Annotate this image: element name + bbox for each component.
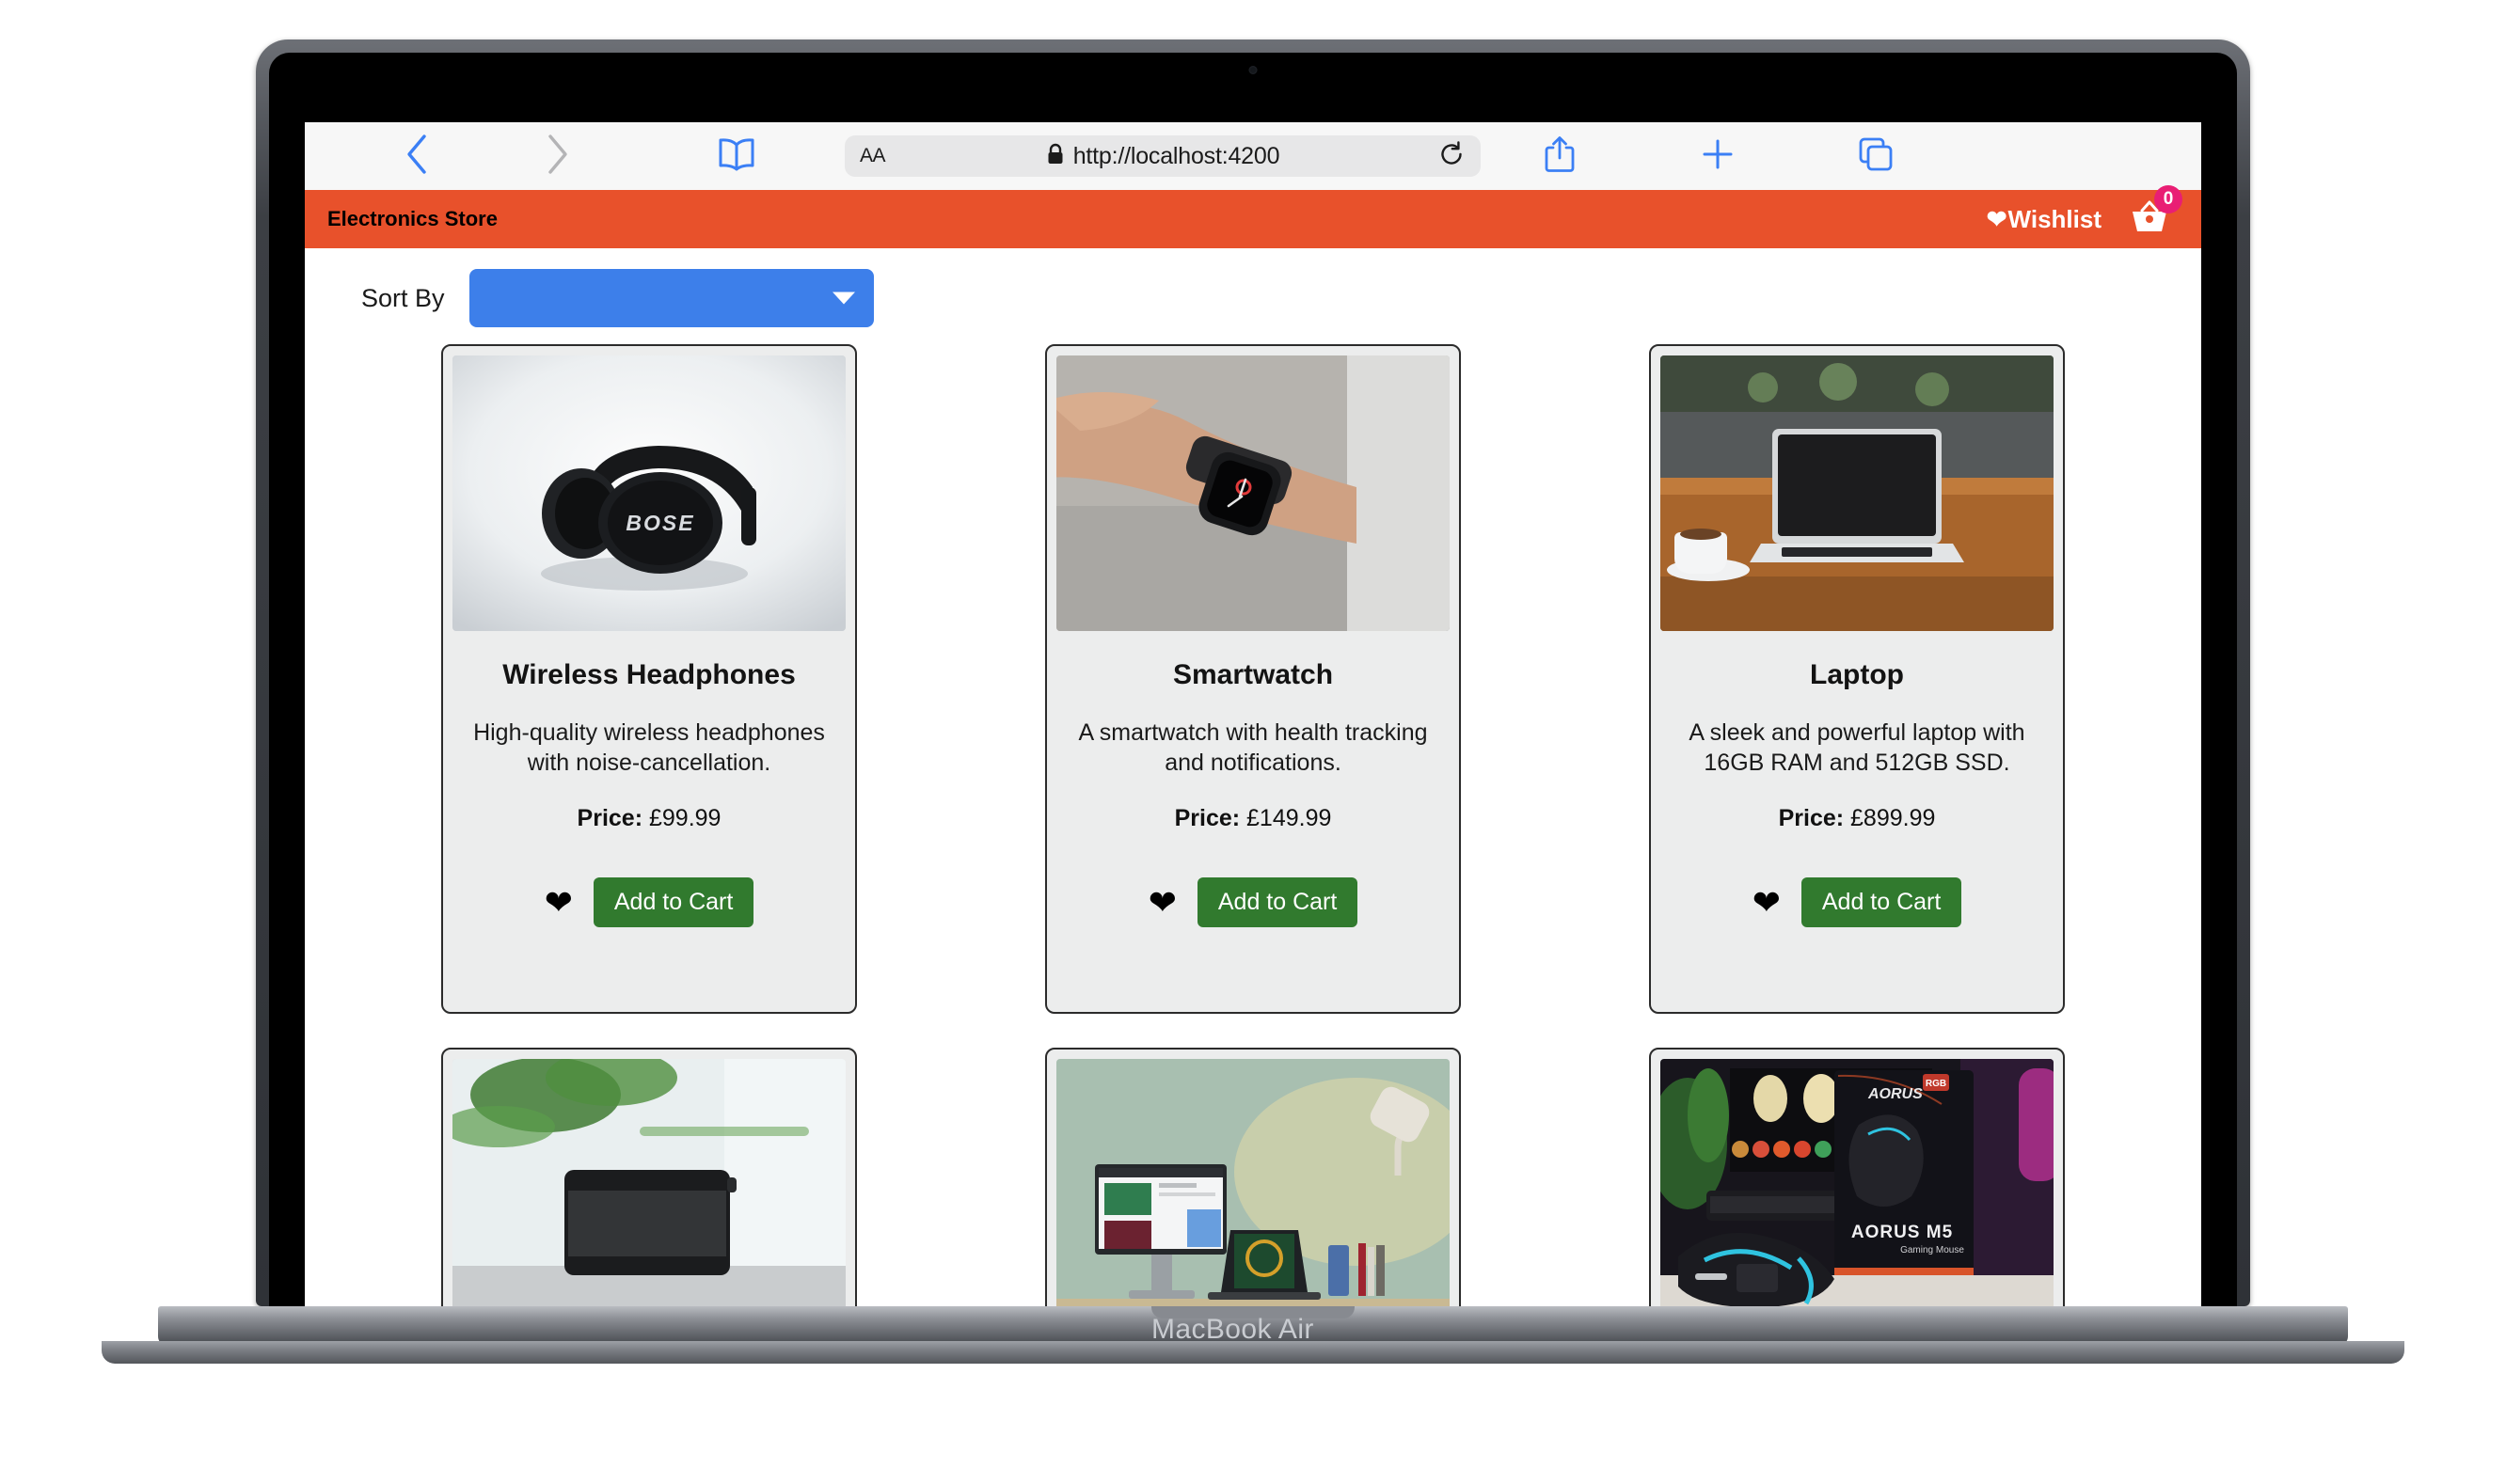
heart-icon: ❤ xyxy=(1986,205,2007,233)
product-image: AORUS RGB AORUS M5 Gaming Mouse xyxy=(1660,1059,2054,1306)
product-image: BOSE xyxy=(452,355,846,631)
black-over-ear-headphones-image: BOSE xyxy=(452,355,846,631)
product-card[interactable]: AORUS RGB AORUS M5 Gaming Mouse xyxy=(1649,1048,2065,1306)
share-button[interactable] xyxy=(1481,122,1639,190)
card-actions: ❤ Add to Cart xyxy=(1753,877,1962,927)
price-value: £99.99 xyxy=(648,805,722,831)
product-name: Smartwatch xyxy=(1172,659,1334,690)
app-header: Electronics Store ❤ Wishlist 0 xyxy=(305,184,2201,248)
product-card[interactable]: BOSE Wireless Headphones High-quality wi… xyxy=(441,344,857,1014)
product-card[interactable]: Smartwatch A smartwatch with health trac… xyxy=(1045,344,1461,1014)
webcam-icon xyxy=(1248,66,1258,74)
wishlist-label: Wishlist xyxy=(2007,204,2102,233)
product-description: A sleek and powerful laptop with 16GB RA… xyxy=(1689,719,2025,776)
macbook-air-mockup: AA http://localhost:4200 Electronics Sto… xyxy=(0,0,2506,1484)
product-name: Wireless Headphones xyxy=(502,659,796,690)
product-name: Laptop xyxy=(1810,659,1904,690)
browser-viewport: AA http://localhost:4200 Electronics Sto… xyxy=(305,122,2201,1306)
sort-bar: Sort By xyxy=(305,248,2201,344)
plus-icon xyxy=(1701,137,1735,176)
product-description: High-quality wireless headphones with no… xyxy=(473,719,825,776)
add-to-cart-button[interactable]: Add to Cart xyxy=(593,877,754,927)
text-size-button[interactable]: AA xyxy=(860,145,916,167)
header-actions: ❤ Wishlist 0 xyxy=(1987,184,2182,240)
product-image xyxy=(1660,355,2054,631)
price-label: Price: xyxy=(1174,805,1241,831)
chevron-down-icon xyxy=(832,292,855,305)
lock-icon xyxy=(1046,143,1065,170)
price-value: £899.99 xyxy=(1850,805,1936,831)
sort-by-select[interactable] xyxy=(468,269,874,327)
address-bar[interactable]: AA http://localhost:4200 xyxy=(845,135,1481,177)
tabs-button[interactable] xyxy=(1797,122,1955,190)
tabs-icon xyxy=(1858,136,1894,177)
product-card[interactable]: ❤ xyxy=(1045,1048,1461,1306)
reload-icon xyxy=(1437,140,1466,173)
share-icon xyxy=(1544,134,1576,179)
svg-text:AORUS: AORUS xyxy=(1867,1086,1923,1102)
favorite-heart-icon[interactable]: ❤ xyxy=(545,885,573,920)
favorite-heart-icon[interactable]: ❤ xyxy=(1149,885,1177,920)
url-text: http://localhost:4200 xyxy=(1072,142,1280,169)
price-label: Price: xyxy=(1778,805,1845,831)
svg-text:AORUS M5: AORUS M5 xyxy=(1851,1223,1953,1242)
svg-text:RGB: RGB xyxy=(1926,1079,1946,1089)
card-actions: ❤ Add to Cart xyxy=(1149,877,1358,927)
add-to-cart-button[interactable]: Add to Cart xyxy=(1800,877,1962,927)
product-image xyxy=(452,1059,846,1306)
laptop-lid: AA http://localhost:4200 Electronics Sto… xyxy=(256,39,2250,1306)
desk-setup-image xyxy=(1056,1059,1450,1306)
product-price: Price: £899.99 xyxy=(1779,805,1936,832)
sort-by-label: Sort By xyxy=(361,283,445,312)
forward-button[interactable] xyxy=(487,122,628,190)
smartwatch-on-wrist-image xyxy=(1056,355,1450,631)
favorite-heart-icon[interactable]: ❤ xyxy=(1753,885,1781,920)
product-card[interactable]: Laptop A sleek and powerful laptop with … xyxy=(1649,344,2065,1014)
safari-toolbar: AA http://localhost:4200 xyxy=(305,122,2201,190)
laptop-on-wooden-table-image xyxy=(1660,355,2054,631)
card-actions: ❤ Add to Cart xyxy=(545,877,754,927)
gaming-mouse-image: AORUS RGB AORUS M5 Gaming Mouse xyxy=(1660,1059,2054,1306)
product-description: A smartwatch with health tracking and no… xyxy=(1078,719,1428,776)
cart-count-badge: 0 xyxy=(2154,184,2182,213)
reload-button[interactable] xyxy=(1437,140,1466,173)
product-image xyxy=(1056,355,1450,631)
cart-button[interactable]: 0 xyxy=(2130,184,2182,240)
product-price: Price: £99.99 xyxy=(578,805,722,832)
laptop-screen-bezel: AA http://localhost:4200 Electronics Sto… xyxy=(269,53,2237,1306)
bookmarks-button[interactable] xyxy=(628,122,845,190)
device-label: MacBook Air xyxy=(1151,1314,1314,1345)
svg-text:BOSE: BOSE xyxy=(626,511,694,535)
url-display: http://localhost:4200 xyxy=(845,143,1481,170)
new-tab-button[interactable] xyxy=(1639,122,1797,190)
price-label: Price: xyxy=(577,805,643,831)
wishlist-link[interactable]: ❤ Wishlist xyxy=(1987,205,2102,234)
back-button[interactable] xyxy=(346,122,487,190)
page-title: Electronics Store xyxy=(327,207,498,230)
book-icon xyxy=(716,136,757,177)
product-card[interactable]: ❤ xyxy=(441,1048,857,1306)
chevron-right-icon xyxy=(546,134,570,180)
product-image xyxy=(1056,1059,1450,1306)
product-grid: BOSE Wireless Headphones High-quality wi… xyxy=(305,344,2201,1306)
chevron-left-icon xyxy=(404,134,429,180)
add-to-cart-button[interactable]: Add to Cart xyxy=(1197,877,1358,927)
svg-text:Gaming Mouse: Gaming Mouse xyxy=(1900,1245,1964,1255)
bluetooth-speaker-image xyxy=(452,1059,846,1306)
product-price: Price: £149.99 xyxy=(1175,805,1332,832)
price-value: £149.99 xyxy=(1246,805,1332,831)
